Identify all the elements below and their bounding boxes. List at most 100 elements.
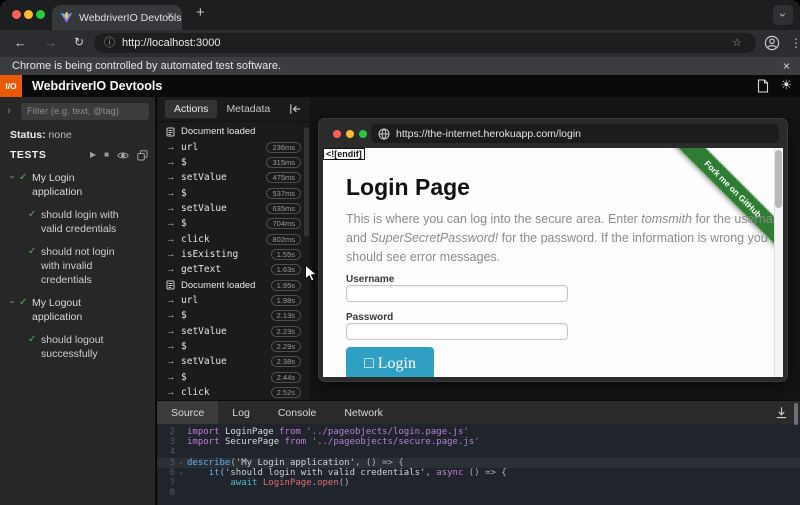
code-line: 3import SecurePage from '../pageobjects/…: [157, 437, 800, 447]
action-item[interactable]: →setValue2.38s: [157, 354, 310, 369]
browser-tab[interactable]: WebdriverIO Devtools ×: [52, 5, 182, 30]
site-info-icon[interactable]: ⓘ: [104, 36, 115, 50]
tab-close-icon[interactable]: ×: [167, 10, 173, 22]
menu-dots-icon[interactable]: ⋮: [790, 36, 800, 50]
tab-log[interactable]: Log: [218, 401, 264, 424]
action-item[interactable]: →isExisting1.55s: [157, 247, 310, 262]
test-label[interactable]: should logout successfully: [41, 333, 129, 361]
report-file-icon[interactable]: [757, 79, 769, 93]
chevron-down-icon[interactable]: ›: [6, 296, 19, 324]
code-line: 8: [157, 488, 800, 498]
bookmark-star-icon[interactable]: ☆: [732, 36, 742, 49]
action-label: setValue: [181, 203, 227, 214]
action-item[interactable]: →setValue2.23s: [157, 323, 310, 338]
passed-check-icon: ✓: [19, 296, 32, 324]
tab-network[interactable]: Network: [330, 401, 397, 424]
status-value: none: [49, 129, 72, 141]
webdriverio-logo: I/O: [0, 75, 22, 97]
tab-metadata[interactable]: Metadata: [217, 100, 279, 118]
action-item[interactable]: Document loaded: [157, 124, 310, 139]
back-icon[interactable]: ←: [14, 35, 27, 50]
collapse-panel-icon[interactable]: [288, 102, 302, 116]
code-text: import SecurePage from '../pageobjects/s…: [187, 437, 480, 447]
filter-input[interactable]: [21, 103, 149, 120]
infobar-close-icon[interactable]: ×: [783, 59, 790, 73]
action-item[interactable]: →$537ms: [157, 185, 310, 200]
suite-row[interactable]: ›✓My Login application: [0, 171, 156, 199]
tab-source[interactable]: Source: [157, 401, 218, 424]
action-label: setValue: [181, 172, 227, 183]
action-item[interactable]: →setValue475ms: [157, 170, 310, 185]
action-item[interactable]: →getText1.63s: [157, 262, 310, 277]
url-text[interactable]: http://localhost:3000: [122, 37, 220, 49]
arrow-icon: →: [166, 387, 181, 398]
stop-tests-icon[interactable]: ■: [104, 149, 109, 161]
login-button[interactable]: □ Login: [346, 347, 434, 377]
run-tests-icon[interactable]: ▶: [90, 149, 96, 161]
actions-panel-header: Actions Metadata: [157, 97, 310, 122]
new-tab-button[interactable]: +: [196, 4, 205, 21]
code-text: import LoginPage from '../pageobjects/lo…: [187, 427, 469, 437]
suite-row[interactable]: ›✓My Logout application: [0, 296, 156, 324]
fold-chevron-icon[interactable]: ›: [175, 468, 187, 478]
action-item[interactable]: →$2.29s: [157, 339, 310, 354]
fold-chevron-icon[interactable]: ›: [175, 458, 187, 468]
download-icon[interactable]: [775, 406, 788, 419]
window-minimize-button[interactable]: [24, 10, 33, 19]
suite-label[interactable]: My Logout application: [32, 296, 124, 324]
window-close-button[interactable]: [12, 10, 21, 19]
code-line: 5›describe('My Login application', () =>…: [157, 458, 800, 468]
line-number: 4: [157, 447, 175, 457]
fold-gutter: [175, 478, 187, 488]
username-field[interactable]: [346, 285, 568, 302]
profile-icon[interactable]: [764, 35, 780, 51]
arrow-icon: →: [166, 264, 181, 275]
action-item[interactable]: →setValue635ms: [157, 201, 310, 216]
chevron-down-icon[interactable]: ›: [6, 171, 19, 199]
fold-gutter: [175, 447, 187, 457]
code-scrollbar[interactable]: [794, 403, 798, 425]
duration-badge: 704ms: [266, 218, 301, 229]
test-row[interactable]: ✓should not login with invalid credentia…: [28, 245, 156, 287]
tab-search-chevron-button[interactable]: ›: [773, 5, 793, 25]
reload-icon[interactable]: ↻: [74, 35, 84, 49]
action-item[interactable]: →$2.44s: [157, 370, 310, 385]
action-item[interactable]: →click802ms: [157, 231, 310, 246]
source-code-viewer[interactable]: 2import LoginPage from '../pageobjects/l…: [157, 424, 800, 505]
action-item[interactable]: →url236ms: [157, 139, 310, 154]
actions-scrollbar[interactable]: [304, 127, 309, 237]
preview-scrollbar[interactable]: [774, 148, 783, 377]
suite-label[interactable]: My Login application: [32, 171, 124, 199]
arrow-icon: →: [166, 310, 181, 321]
window-zoom-button[interactable]: [36, 10, 45, 19]
arrow-icon: →: [166, 234, 181, 245]
duration-badge: 1.63s: [271, 264, 301, 275]
action-item[interactable]: →$315ms: [157, 155, 310, 170]
preview-zoom-dot: [359, 130, 367, 138]
theme-toggle-sun-icon[interactable]: ☀: [780, 77, 792, 93]
action-item[interactable]: Document loaded1.95s: [157, 277, 310, 292]
password-field[interactable]: [346, 323, 568, 340]
tab-actions[interactable]: Actions: [165, 100, 217, 118]
test-row[interactable]: ✓should login with valid credentials: [28, 208, 156, 236]
copy-layers-icon[interactable]: [137, 150, 148, 161]
test-label[interactable]: should not login with invalid credential…: [41, 245, 129, 287]
watch-eye-icon[interactable]: [117, 151, 129, 160]
browser-tab-bar: WebdriverIO Devtools × + ›: [0, 0, 800, 30]
main-content: › Status: none TESTS ▶ ■ ›✓My Login appl…: [0, 97, 800, 505]
arrow-icon: →: [166, 203, 181, 214]
vite-favicon-icon: [60, 11, 73, 24]
password-label: Password: [346, 312, 393, 323]
sidebar-collapse-icon[interactable]: ›: [7, 105, 11, 117]
action-item[interactable]: →$2.13s: [157, 308, 310, 323]
action-item[interactable]: →$704ms: [157, 216, 310, 231]
test-row[interactable]: ✓should logout successfully: [28, 333, 156, 361]
address-bar[interactable]: ⓘ http://localhost:3000 ☆: [94, 33, 756, 53]
tab-console[interactable]: Console: [264, 401, 331, 424]
action-label: $: [181, 188, 187, 199]
test-label[interactable]: should login with valid credentials: [41, 208, 129, 236]
forward-icon[interactable]: →: [44, 35, 57, 50]
arrow-icon: →: [166, 341, 181, 352]
action-item[interactable]: →click2.52s: [157, 385, 310, 400]
action-item[interactable]: →url1.98s: [157, 293, 310, 308]
